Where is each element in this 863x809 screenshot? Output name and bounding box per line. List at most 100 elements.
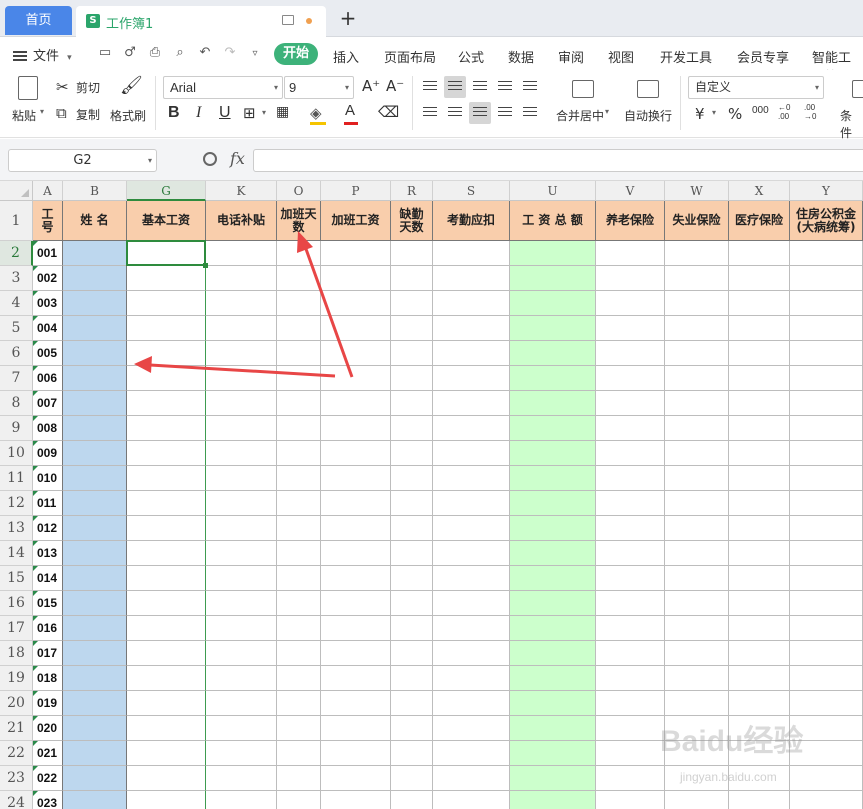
row-header[interactable]: 5 [0, 316, 33, 341]
cell-o6[interactable] [277, 341, 321, 366]
cell-r24[interactable] [391, 791, 433, 809]
font-color-icon[interactable]: A [345, 102, 355, 119]
cell-p3[interactable] [321, 266, 391, 291]
cell-s15[interactable] [433, 566, 510, 591]
cell-u16[interactable] [510, 591, 596, 616]
align-left-button[interactable] [419, 102, 441, 124]
cell-y20[interactable] [790, 691, 863, 716]
cell-k24[interactable] [206, 791, 277, 809]
cell-v2[interactable] [596, 241, 665, 266]
cell-u24[interactable] [510, 791, 596, 809]
cell-p15[interactable] [321, 566, 391, 591]
header-cell-g[interactable]: 基本工资 [127, 201, 206, 241]
bold-button[interactable]: B [168, 104, 180, 122]
cell-p5[interactable] [321, 316, 391, 341]
cell-w15[interactable] [665, 566, 729, 591]
row-header[interactable]: 21 [0, 716, 33, 741]
menu-insert[interactable]: 插入 [333, 47, 359, 66]
cell-o15[interactable] [277, 566, 321, 591]
cell-p6[interactable] [321, 341, 391, 366]
cell-p10[interactable] [321, 441, 391, 466]
cell-x13[interactable] [729, 516, 790, 541]
cell-p22[interactable] [321, 741, 391, 766]
cell-u3[interactable] [510, 266, 596, 291]
cell-u6[interactable] [510, 341, 596, 366]
menu-data[interactable]: 数据 [508, 47, 534, 66]
cell-b9[interactable] [63, 416, 127, 441]
cell-w17[interactable] [665, 616, 729, 641]
column-header-w[interactable]: W [665, 181, 729, 201]
cell-o4[interactable] [277, 291, 321, 316]
tab-workbook[interactable]: S 工作簿1 [76, 6, 326, 37]
row-header[interactable]: 15 [0, 566, 33, 591]
cell-g19[interactable] [127, 666, 206, 691]
menu-review[interactable]: 审阅 [558, 47, 584, 66]
indent-increase-button[interactable] [519, 76, 541, 98]
header-cell-x[interactable]: 医疗保险 [729, 201, 790, 241]
cell-b3[interactable] [63, 266, 127, 291]
monitor-icon[interactable] [282, 15, 294, 25]
cell-s19[interactable] [433, 666, 510, 691]
cell-p16[interactable] [321, 591, 391, 616]
cell-v10[interactable] [596, 441, 665, 466]
column-header-v[interactable]: V [596, 181, 665, 201]
cell-b11[interactable] [63, 466, 127, 491]
cell-r13[interactable] [391, 516, 433, 541]
header-cell-r[interactable]: 缺勤 天数 [391, 201, 433, 241]
cell-style-icon[interactable]: ▦ [276, 104, 289, 120]
row-header[interactable]: 13 [0, 516, 33, 541]
cell-v17[interactable] [596, 616, 665, 641]
cell-k16[interactable] [206, 591, 277, 616]
cell-p2[interactable] [321, 241, 391, 266]
select-all-corner[interactable] [0, 181, 33, 201]
cell-u14[interactable] [510, 541, 596, 566]
cell-b6[interactable] [63, 341, 127, 366]
header-cell-v[interactable]: 养老保险 [596, 201, 665, 241]
cell-p7[interactable] [321, 366, 391, 391]
cell-r12[interactable] [391, 491, 433, 516]
row-header[interactable]: 24 [0, 791, 33, 809]
chevron-down-icon[interactable]: ▾ [262, 108, 266, 117]
fx-icon[interactable]: fx [230, 149, 245, 168]
cell-r23[interactable] [391, 766, 433, 791]
column-header-r[interactable]: R [391, 181, 433, 201]
cell-x3[interactable] [729, 266, 790, 291]
cell-y2[interactable] [790, 241, 863, 266]
row-header[interactable]: 14 [0, 541, 33, 566]
cell-v23[interactable] [596, 766, 665, 791]
cell-o14[interactable] [277, 541, 321, 566]
cell-r22[interactable] [391, 741, 433, 766]
cell-s6[interactable] [433, 341, 510, 366]
column-header-a[interactable]: A [33, 181, 63, 201]
cell-g8[interactable] [127, 391, 206, 416]
cell-w9[interactable] [665, 416, 729, 441]
cell-b8[interactable] [63, 391, 127, 416]
cell-y24[interactable] [790, 791, 863, 809]
cell-x14[interactable] [729, 541, 790, 566]
cell-u4[interactable] [510, 291, 596, 316]
merge-center-button[interactable]: 合并居中 [556, 107, 604, 124]
cell-y14[interactable] [790, 541, 863, 566]
cell-p17[interactable] [321, 616, 391, 641]
cell-g18[interactable] [127, 641, 206, 666]
cell-r9[interactable] [391, 416, 433, 441]
cell-v12[interactable] [596, 491, 665, 516]
column-header-u[interactable]: U [510, 181, 596, 201]
cell-g9[interactable] [127, 416, 206, 441]
id-cell[interactable]: 012 [33, 516, 63, 541]
cell-g13[interactable] [127, 516, 206, 541]
cell-x16[interactable] [729, 591, 790, 616]
zoom-icon[interactable] [203, 152, 217, 166]
cell-y4[interactable] [790, 291, 863, 316]
cell-p21[interactable] [321, 716, 391, 741]
cell-r10[interactable] [391, 441, 433, 466]
cell-o18[interactable] [277, 641, 321, 666]
cell-u2[interactable] [510, 241, 596, 266]
cell-w16[interactable] [665, 591, 729, 616]
cell-g21[interactable] [127, 716, 206, 741]
cell-u11[interactable] [510, 466, 596, 491]
cell-p23[interactable] [321, 766, 391, 791]
eraser-icon[interactable]: ⌫ [378, 103, 399, 121]
cell-s12[interactable] [433, 491, 510, 516]
justify-button[interactable] [494, 102, 516, 124]
